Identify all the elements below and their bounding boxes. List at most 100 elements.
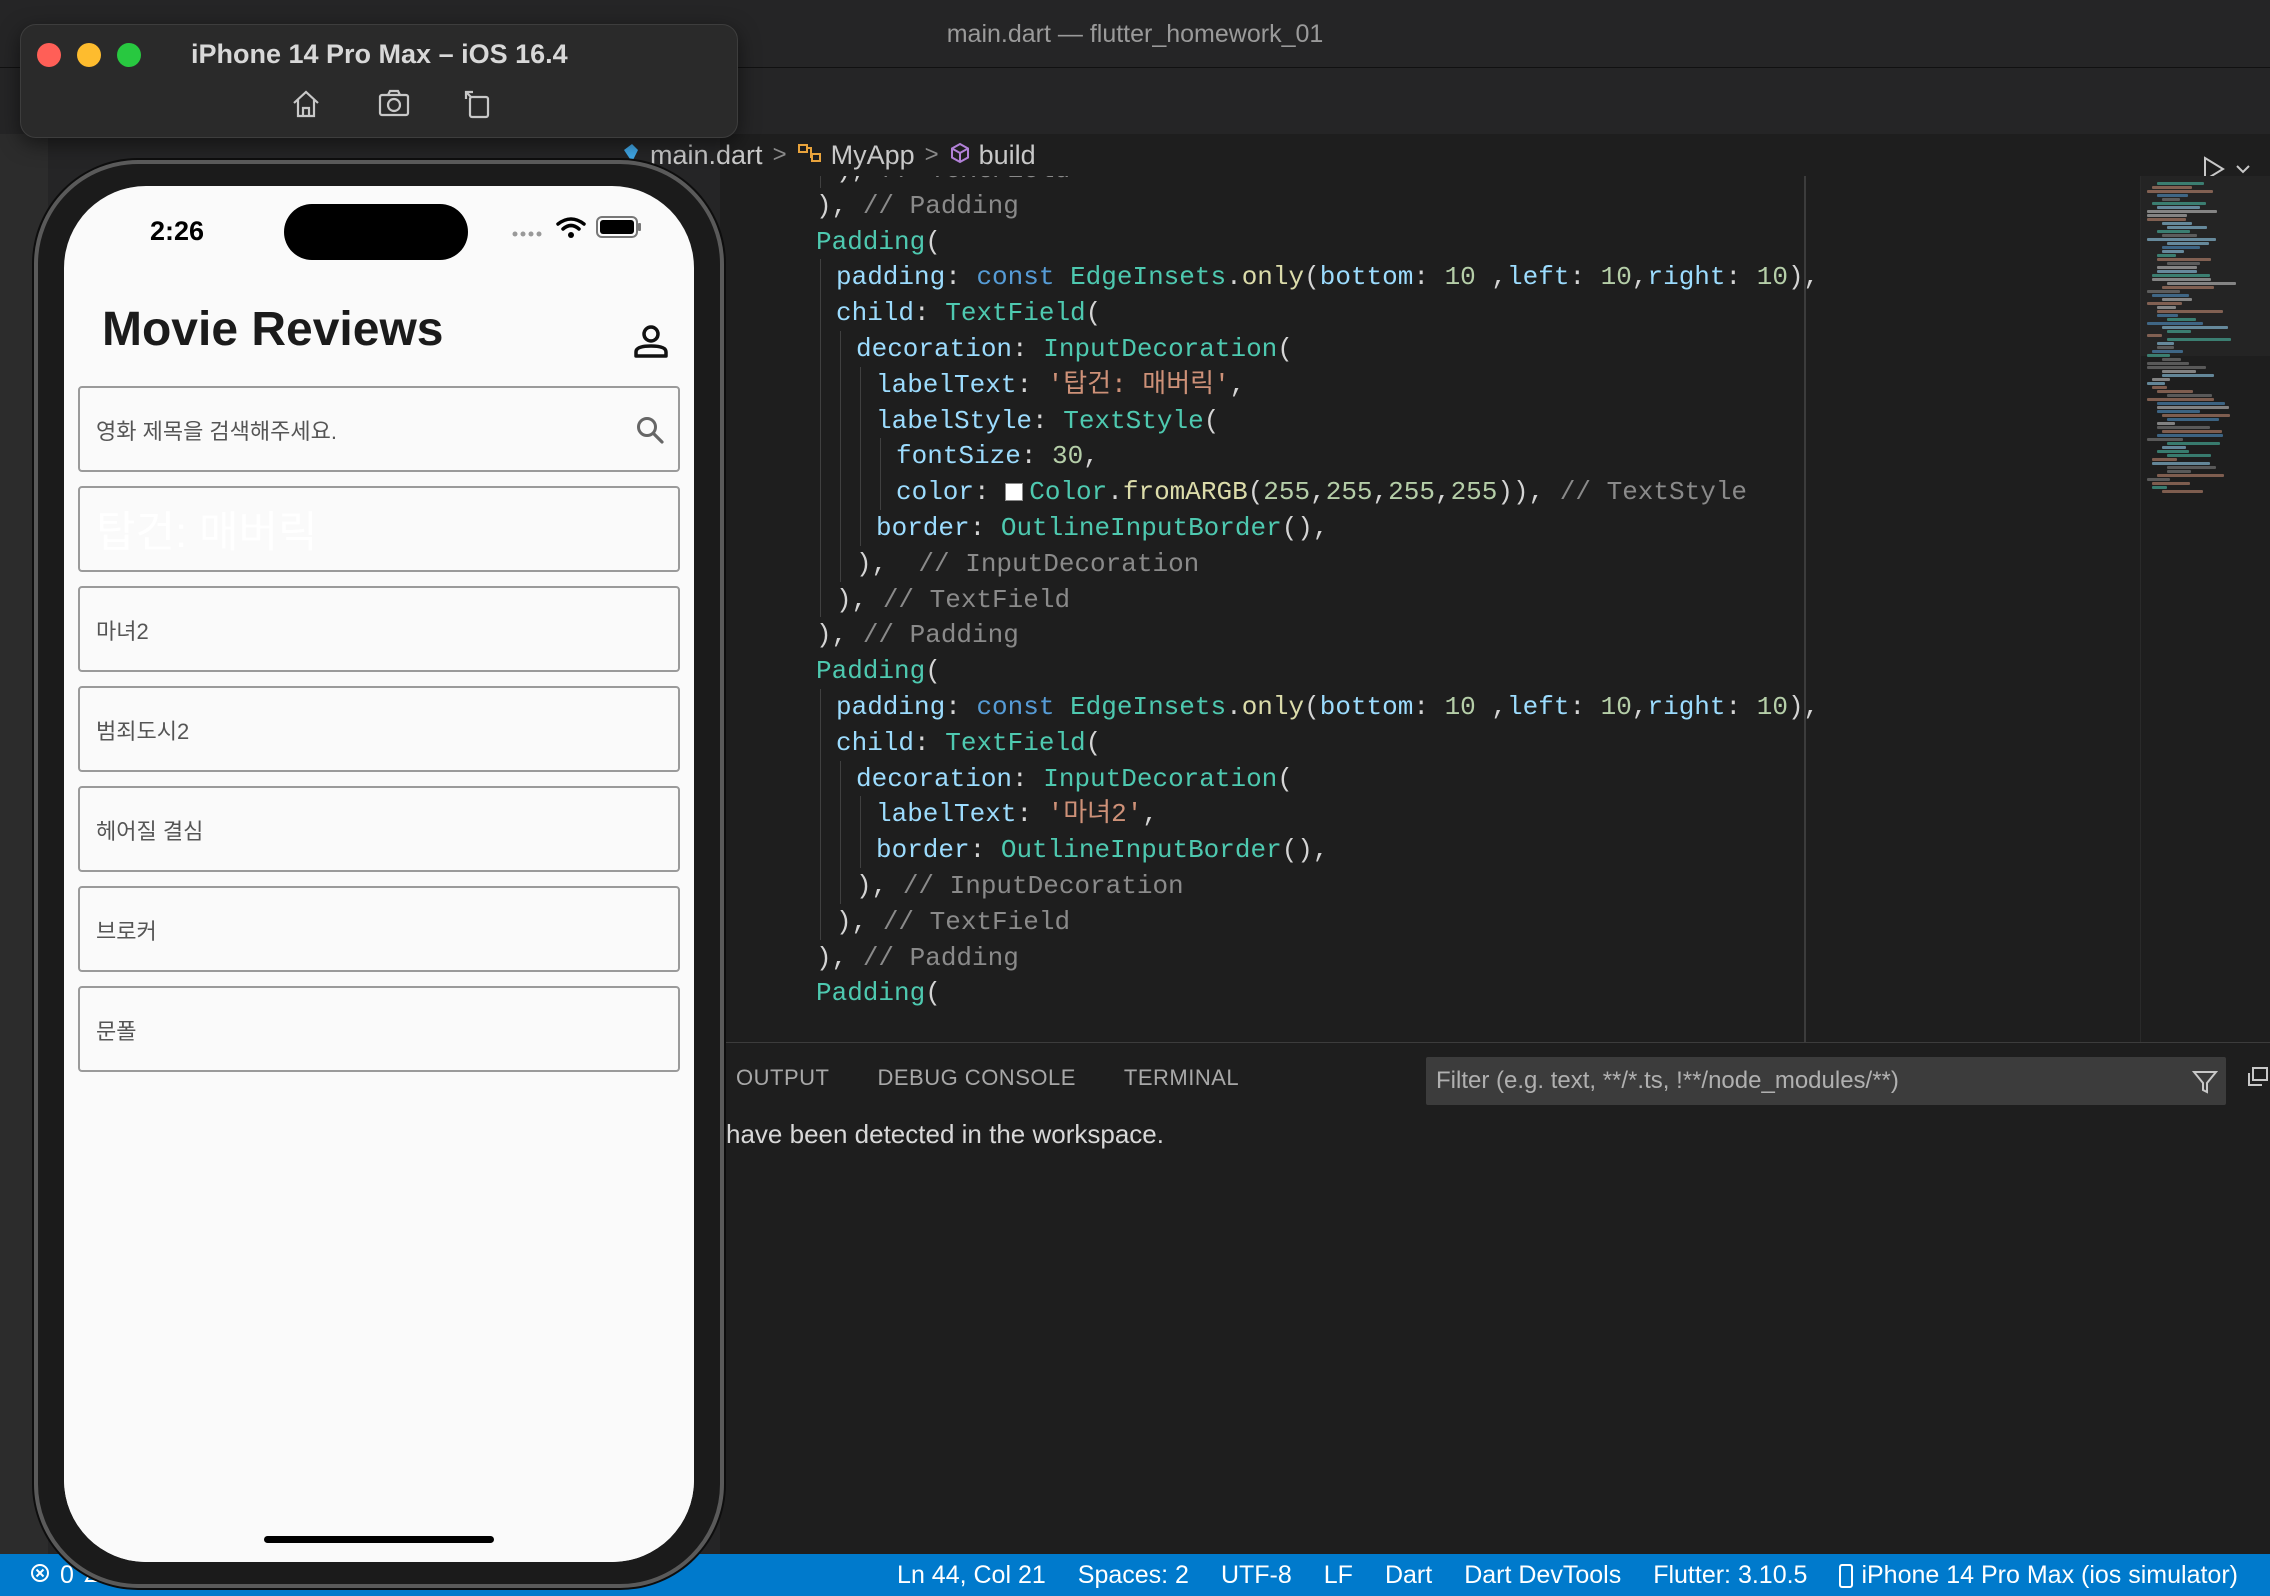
movie-field-decision-to-leave[interactable]: 헤어질 결심 [78,786,680,872]
indent-guide [860,832,861,868]
code-token: , [1475,692,1508,722]
code-token: // TextField [882,906,1071,937]
tab-output[interactable]: OUTPUT [736,1065,829,1091]
movie-field-moonfall[interactable]: 문폴 [78,986,680,1072]
code-line: border: OutlineInputBorder(), [876,832,1329,868]
minimap-line [2157,314,2178,317]
code-token: Color [1029,477,1108,508]
minimap-line [2147,290,2180,293]
status-line-ending[interactable]: LF [1324,1561,1353,1590]
indent-guide [860,438,861,475]
indent-guide [840,796,841,833]
indent-guide [820,724,821,761]
code-token: : [1413,262,1445,293]
status-cursor-position[interactable]: Ln 44, Col 21 [897,1561,1046,1590]
code-line: Padding( [816,653,941,689]
minimap-line [2157,474,2224,477]
status-encoding[interactable]: UTF-8 [1221,1561,1292,1590]
minimap-line [2147,382,2165,385]
code-line: ), // InputDecoration [856,546,1199,582]
minimap-line [2162,234,2197,237]
code-token: ( [925,226,941,257]
minimap-line [2157,450,2189,453]
code-token: padding [836,262,946,293]
code-token: OutlineInputBorder [1000,513,1282,543]
movie-field-topgun[interactable]: 탑건: 매버릭 [78,486,680,572]
breadcrumb-file[interactable]: main.dart [650,140,763,171]
code-token: only [1241,692,1305,722]
minimap-line [2147,210,2217,213]
code-token: , [1475,262,1508,293]
code-token: ), [816,190,863,221]
minimap[interactable] [2140,176,2270,1042]
status-device[interactable]: iPhone 14 Pro Max (ios simulator) [1839,1561,2238,1590]
indent-guide [820,832,821,868]
minimap-line [2147,214,2187,217]
status-devtools[interactable]: Dart DevTools [1464,1561,1621,1590]
indent-guide [840,545,841,582]
code-line: color: Color.fromARGB(255,255,255,255)),… [896,474,1747,510]
code-token: ), [856,871,903,901]
screenshot-icon[interactable] [377,87,411,121]
tab-terminal[interactable]: TERMINAL [1124,1065,1239,1091]
method-icon [949,140,971,171]
code-token: // TextStyle [1559,477,1748,508]
home-indicator[interactable] [264,1536,494,1543]
close-window-button[interactable] [37,43,61,67]
tab-debug-console[interactable]: DEBUG CONSOLE [877,1065,1075,1091]
filter-box [1426,1057,2226,1105]
minimap-line [2152,186,2192,189]
code-token: 255 [1263,477,1311,508]
code-token: TextField [945,727,1086,758]
code-token: ( [925,978,941,1009]
code-token: bottom [1319,692,1414,722]
minimap-line [2162,298,2192,301]
code-token: decoration [856,763,1013,794]
code-token: 10 [1444,692,1476,722]
indent-guide [860,474,861,510]
color-swatch[interactable] [1005,483,1024,502]
minimap-line [2162,430,2222,433]
person-icon[interactable] [632,322,670,360]
code-token: (), [1281,513,1329,543]
status-flutter-version[interactable]: Flutter: 3.10.5 [1653,1561,1807,1590]
search-icon[interactable] [634,414,666,446]
filter-icon[interactable] [2192,1069,2218,1095]
movie-field-broker[interactable]: 브로커 [78,886,680,972]
indent-guide [820,366,821,403]
code-line: ), // TextField [836,582,1070,618]
rotate-icon[interactable] [461,87,495,121]
home-icon[interactable] [289,87,323,121]
code-token: left [1507,692,1570,722]
code-token: right [1647,262,1726,293]
panel-tabs: OUTPUT DEBUG CONSOLE TERMINAL [736,1065,1239,1091]
code-editor[interactable]: ), // TextField), // PaddingPadding(padd… [720,176,2140,1042]
movie-field-roundup[interactable]: 범죄도시2 [78,686,680,772]
code-line: padding: const EdgeInsets.only(bottom: 1… [836,259,1819,295]
code-token: // InputDecoration [918,548,1200,579]
zoom-window-button[interactable] [117,43,141,67]
status-language[interactable]: Dart [1385,1561,1432,1590]
status-indentation[interactable]: Spaces: 2 [1078,1561,1189,1590]
minimap-line [2147,362,2189,365]
code-token: : [1725,262,1757,293]
minimap-line [2152,274,2210,277]
code-token: // Padding [862,942,1019,973]
code-token: Padding [816,978,926,1009]
breadcrumb-class[interactable]: MyApp [831,140,915,171]
minimize-window-button[interactable] [77,43,101,67]
filter-input[interactable] [1426,1057,2166,1105]
code-token: ), [816,620,863,651]
code-token: ( [1247,477,1264,508]
minimap-line [2147,438,2183,441]
error-count: 0 [60,1561,74,1589]
minimap-line [2147,334,2162,337]
breadcrumb-method[interactable]: build [979,140,1036,171]
minimap-line [2167,282,2236,285]
minimap-line [2147,398,2214,401]
collapse-all-icon[interactable] [2246,1065,2270,1089]
movie-field-witch2[interactable]: 마녀2 [78,586,680,672]
code-token: labelStyle [876,405,1033,436]
minimap-line [2147,302,2182,305]
search-field[interactable]: 영화 제목을 검색해주세요. [78,386,680,472]
